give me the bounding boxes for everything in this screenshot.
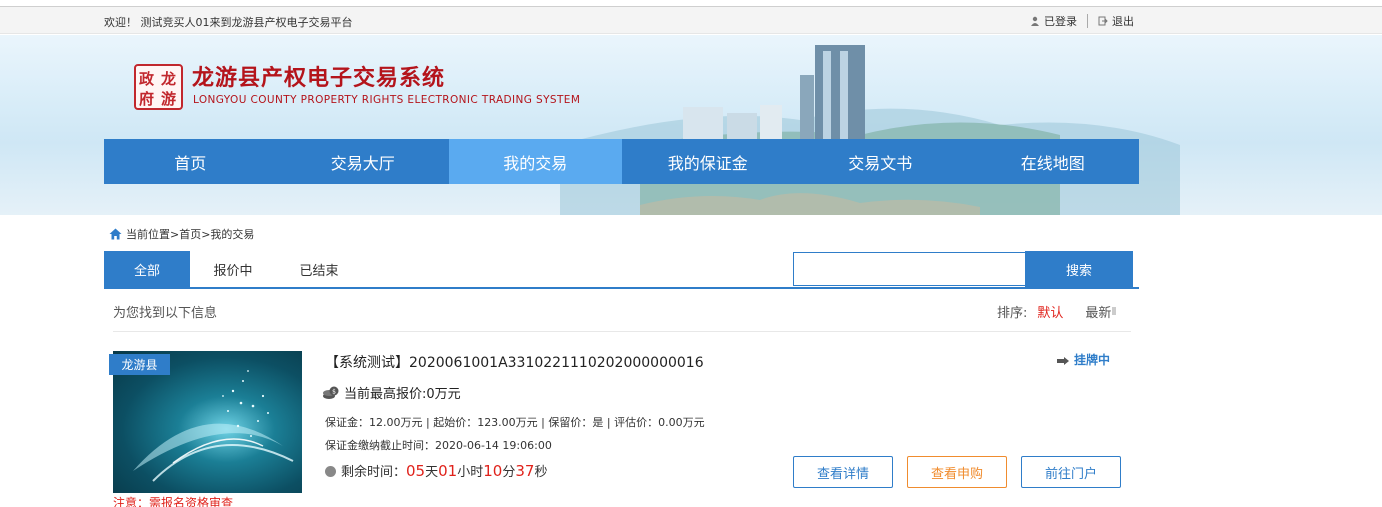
search-button[interactable]: 搜索 [1025,251,1133,287]
breadcrumb: 当前位置>首页>我的交易 [109,226,254,242]
remain-days: 05 [406,462,426,480]
logout-icon [1098,16,1108,26]
bid-value: 0万元 [426,387,461,402]
sort-newest-link[interactable]: 最新 [1085,302,1111,321]
sort-arrow-icon [1112,307,1117,315]
nav-item-trading-hall[interactable]: 交易大厅 [277,139,450,184]
sort-label: 排序: [997,306,1028,321]
header-banner: 政 龙 府 游 龙游县产权电子交易系统 LONGYOU COUNTY PROPE… [0,35,1382,215]
tab-all[interactable]: 全部 [104,251,190,287]
listing-price-info: 保证金：12.00万元 | 起始价：123.00万元 | 保留价：是 | 评估价… [325,416,705,429]
remain-minutes: 10 [483,462,503,480]
view-subscription-button[interactable]: 查看申购 [907,456,1007,488]
remain-seconds-unit: 秒 [534,465,548,480]
listing-title[interactable]: 【系统测试】2020061001A3310221110202000000016 [325,352,704,372]
nav-item-my-trades[interactable]: 我的交易 [449,139,622,184]
logo-seal: 政 龙 府 游 [134,64,183,110]
logout-link[interactable]: 退出 [1112,13,1134,29]
svg-text:$: $ [332,388,336,395]
divider [1087,14,1088,28]
current-bid: $ 当前最高报价: 0万元 [323,383,461,402]
tab-bidding[interactable]: 报价中 [190,251,276,287]
logged-in-link[interactable]: 已登录 [1044,13,1077,29]
divider [113,331,1131,332]
nav-item-home[interactable]: 首页 [104,139,277,184]
qualification-note: 注意：需报名资格审查 [113,496,234,507]
deposit-deadline: 保证金缴纳截止时间：2020-06-14 19:06:00 [325,439,552,452]
bid-label: 当前最高报价: [344,387,427,402]
remain-seconds: 37 [515,462,535,480]
remain-days-unit: 天 [425,465,439,480]
breadcrumb-text[interactable]: 当前位置>首页>我的交易 [126,226,254,242]
money-icon: $ [323,386,339,400]
user-links: 已登录 退出 [1030,13,1134,29]
nav-item-trade-documents[interactable]: 交易文书 [794,139,967,184]
site-subtitle: LONGYOU COUNTY PROPERTY RIGHTS ELECTRONI… [193,94,581,106]
nav-item-online-map[interactable]: 在线地图 [967,139,1140,184]
main-nav: 首页 交易大厅 我的交易 我的保证金 交易文书 在线地图 [104,139,1139,184]
site-title: 龙游县产权电子交易系统 [192,66,446,91]
nav-item-my-deposit[interactable]: 我的保证金 [622,139,795,184]
home-icon [109,228,122,240]
top-bar: 欢迎！ 测试竞买人01来到龙游县产权电子交易平台 已登录 退出 [0,6,1382,34]
status-text: 挂牌中 [1074,353,1111,367]
welcome-text: 欢迎！ 测试竞买人01来到龙游县产权电子交易平台 [104,16,353,29]
view-details-button[interactable]: 查看详情 [793,456,893,488]
go-to-portal-button[interactable]: 前往门户 [1021,456,1121,488]
user-icon [1030,16,1040,26]
pointing-hand-icon [1057,355,1069,365]
clock-icon [325,466,336,477]
remaining-time: 剩余时间： 05 天 01 小时 10 分 37 秒 [325,461,547,480]
listing-status: 挂牌中 [1057,351,1110,368]
tab-ended[interactable]: 已结束 [276,251,362,287]
remain-hours-unit: 小时 [457,465,484,480]
remain-minutes-unit: 分 [502,465,516,480]
results-found-text: 为您找到以下信息 [113,306,218,321]
remain-hours: 01 [438,462,458,480]
remain-label: 剩余时间： [341,465,407,480]
sort-options: 排序: 默认 最新 [997,302,1117,321]
region-tag: 龙游县 [109,354,170,375]
sort-default-link[interactable]: 默认 [1037,302,1063,321]
search-input[interactable] [793,252,1026,286]
